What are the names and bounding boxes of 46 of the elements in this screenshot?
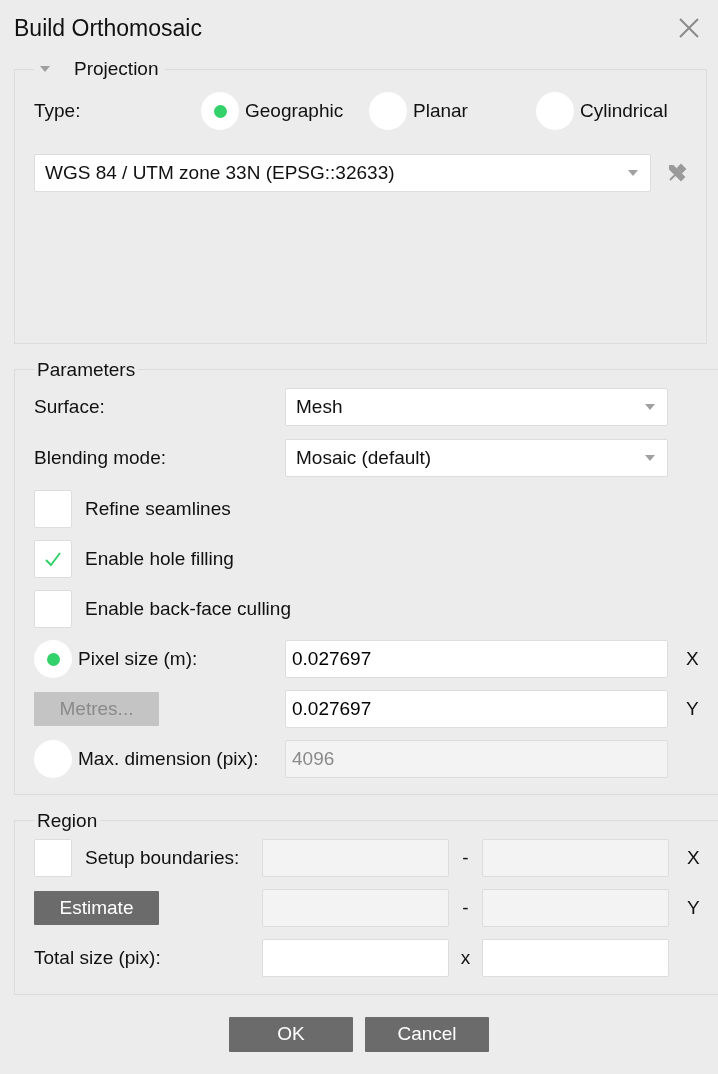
input-field[interactable]: 0.027697 <box>285 640 668 678</box>
separator-label: - <box>461 895 470 920</box>
section-title: Region <box>36 809 99 833</box>
checkbox-label[interactable]: Enable hole filling <box>85 544 234 574</box>
dialog-button[interactable]: Cancel <box>365 1017 489 1052</box>
input-field[interactable]: 0.027697 <box>285 690 668 728</box>
dialog-button[interactable]: OK <box>229 1017 353 1052</box>
caret-icon <box>645 455 655 461</box>
separator-label: x <box>459 945 472 970</box>
input-field[interactable] <box>262 939 449 977</box>
radio-label[interactable]: Geographic <box>245 96 344 126</box>
field-label: Surface: <box>34 394 106 419</box>
radio-button[interactable] <box>34 640 72 678</box>
checkbox[interactable] <box>34 540 72 578</box>
caret-icon <box>645 404 655 410</box>
radio-label[interactable]: Pixel size (m): <box>78 644 198 674</box>
dropdown[interactable]: Mosaic (default) <box>285 439 668 477</box>
checkbox-label[interactable]: Enable back-face culling <box>85 594 291 624</box>
axis-label: Y <box>686 895 700 920</box>
check-icon <box>44 551 62 567</box>
checkbox[interactable] <box>34 839 72 877</box>
input-field[interactable] <box>482 939 669 977</box>
field-label: Total size (pix): <box>34 946 161 968</box>
radio-label[interactable]: Planar <box>413 96 468 126</box>
axis-label: X <box>685 646 699 671</box>
tools-icon[interactable] <box>667 163 687 183</box>
dropdown[interactable]: WGS 84 / UTM zone 33N (EPSG::32633) <box>34 154 651 192</box>
field-label: Blending mode: <box>34 445 168 470</box>
dropdown[interactable]: Mesh <box>285 388 668 426</box>
checkbox-label[interactable]: Setup boundaries: <box>85 843 240 873</box>
radio-button[interactable] <box>201 92 239 130</box>
action-button[interactable]: Estimate <box>34 891 159 925</box>
checkbox-label[interactable]: Refine seamlines <box>85 494 231 524</box>
collapse-icon[interactable] <box>40 66 50 72</box>
axis-label: Y <box>685 696 699 721</box>
checkbox[interactable] <box>34 590 72 628</box>
field-label: Type: <box>34 98 82 123</box>
window-title: Build Orthomosaic <box>14 13 202 43</box>
caret-icon <box>628 170 638 176</box>
axis-label: X <box>686 845 700 870</box>
section-title: Projection <box>74 56 159 81</box>
checkbox[interactable] <box>34 490 72 528</box>
separator-label: - <box>461 845 470 870</box>
radio-label[interactable]: Cylindrical <box>580 96 668 126</box>
close-icon[interactable] <box>678 17 700 39</box>
section-title: Parameters <box>36 358 137 382</box>
